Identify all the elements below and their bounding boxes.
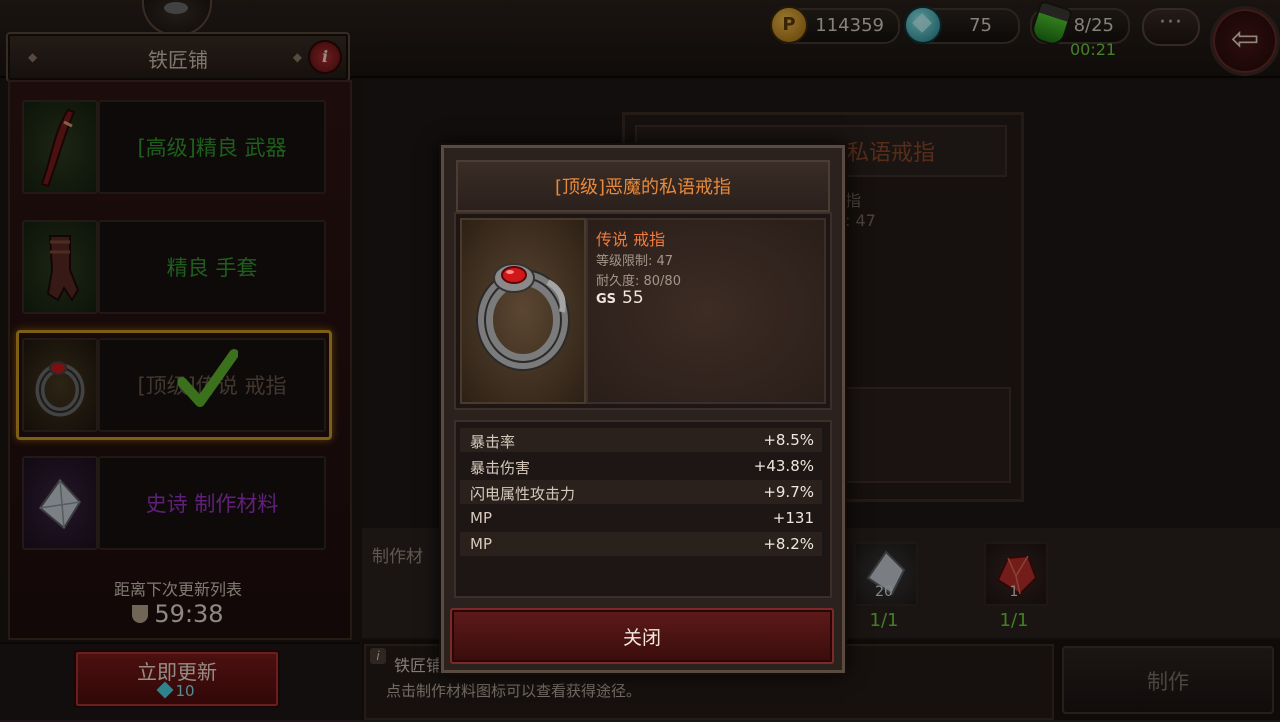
stat-name: MP: [470, 535, 492, 553]
stat-row: MP +131: [460, 506, 822, 530]
close-label: 关闭: [622, 627, 661, 649]
stat-name: MP: [470, 509, 492, 527]
stat-name: 暴击率: [470, 433, 516, 451]
stat-name: 暴击伤害: [470, 459, 531, 477]
item-detail-popup: [顶级]恶魔的私语戒指 传说 戒指 等级限制: 47 耐久度: 80/80 GS…: [441, 145, 845, 673]
stat-value: +9.7%: [763, 483, 814, 501]
item-stats: 暴击率 +8.5% 暴击伤害 +43.8% 闪电属性攻击力 +9.7% MP +131 …: [454, 420, 832, 598]
item-details: 传说 戒指 等级限制: 47 耐久度: 80/80 GS 55: [586, 218, 826, 404]
stat-row: 暴击伤害 +43.8%: [460, 454, 822, 478]
stat-value: +8.2%: [763, 535, 814, 553]
close-button[interactable]: 关闭: [450, 608, 834, 664]
item-level-requirement: 等级限制: 47: [596, 254, 674, 269]
item-summary: 传说 戒指 等级限制: 47 耐久度: 80/80 GS 55: [454, 212, 832, 410]
stat-row: 暴击率 +8.5%: [460, 428, 822, 452]
stat-value: +43.8%: [753, 457, 814, 475]
item-rarity: 传说 戒指: [596, 230, 666, 249]
gs-value: 55: [622, 288, 644, 308]
stat-name: 闪电属性攻击力: [470, 485, 576, 503]
item-title: [顶级]恶魔的私语戒指: [456, 160, 830, 212]
ring-icon: [460, 218, 586, 404]
stat-row: 闪电属性攻击力 +9.7%: [460, 480, 822, 504]
stat-value: +131: [772, 509, 814, 527]
stat-value: +8.5%: [763, 431, 814, 449]
item-durability: 耐久度: 80/80: [596, 274, 681, 289]
item-gear-score: GS 55: [596, 288, 644, 308]
stat-row: MP +8.2%: [460, 532, 822, 556]
gs-label: GS: [596, 292, 617, 307]
